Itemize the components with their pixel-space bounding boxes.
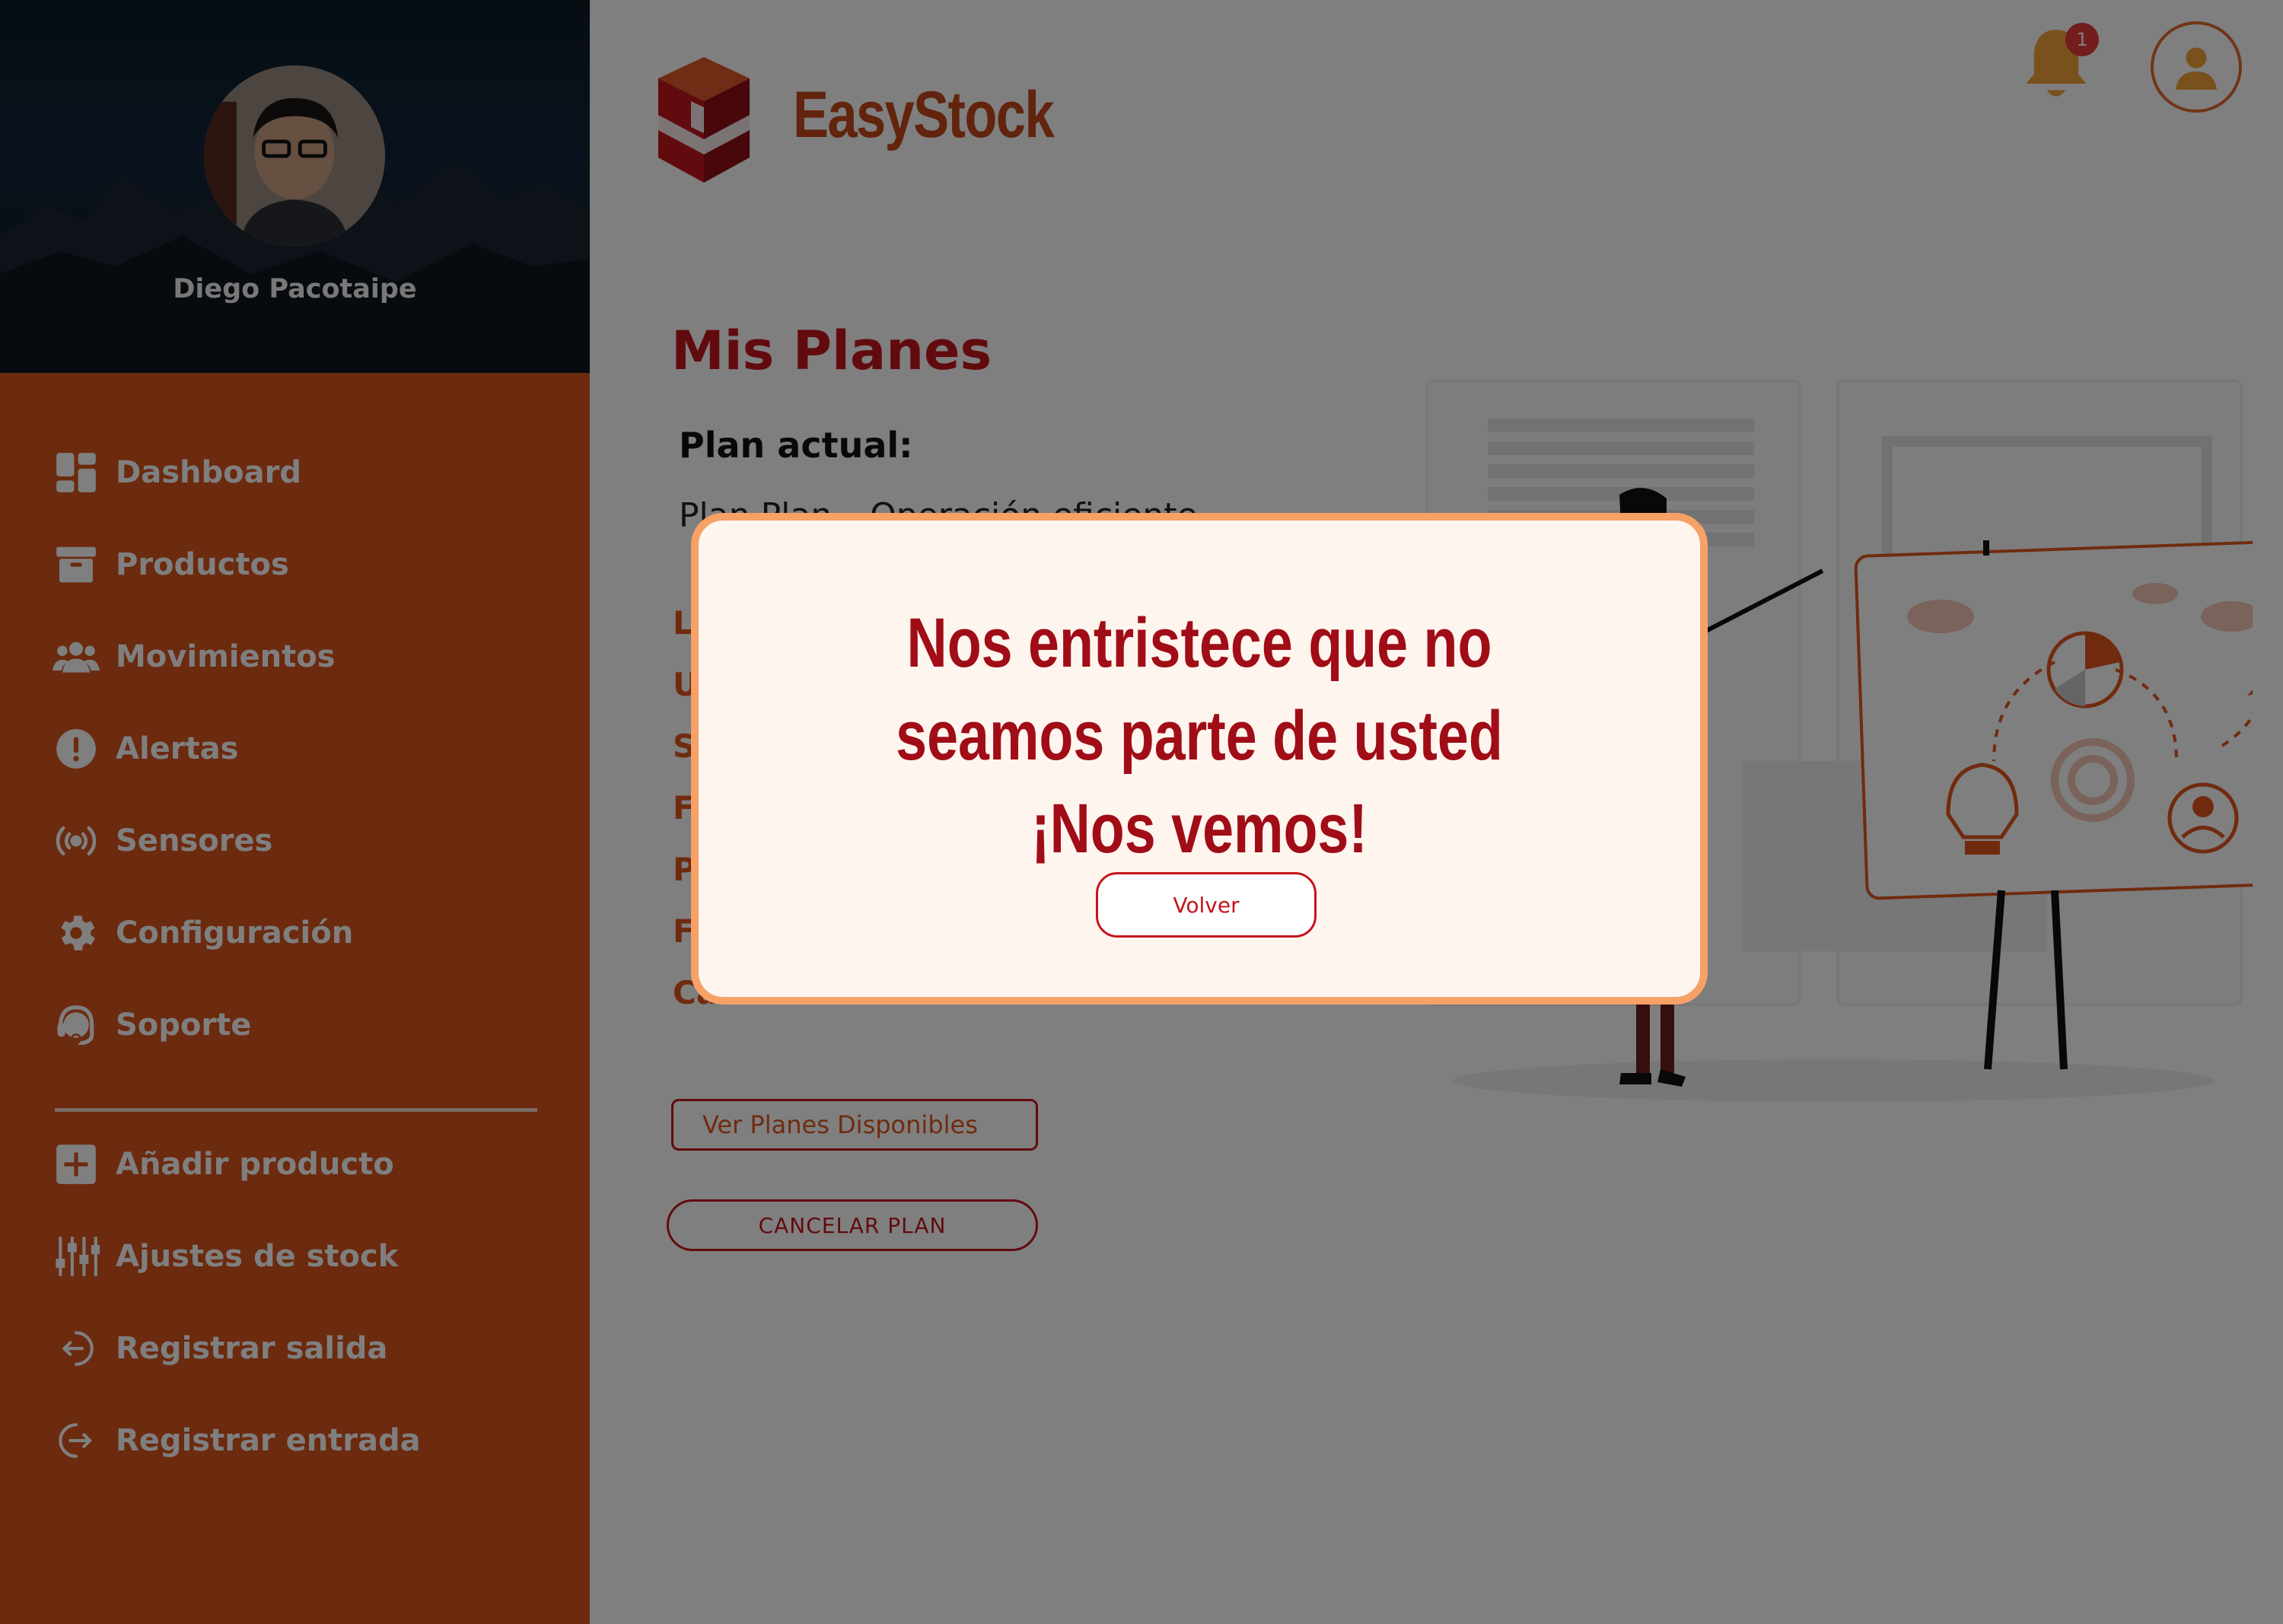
farewell-modal: Nos entristece que no seamos parte de us…	[691, 513, 1708, 1005]
back-button[interactable]: Volver	[1096, 872, 1317, 938]
modal-message: Nos entristece que no seamos parte de us…	[896, 604, 1503, 868]
